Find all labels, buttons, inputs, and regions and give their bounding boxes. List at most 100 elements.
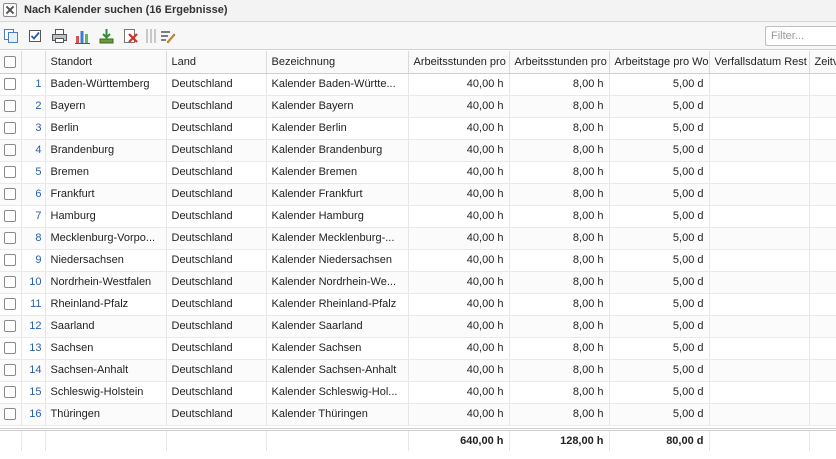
row-checkbox[interactable] [0,183,22,206]
cell-bezeichnung: Kalender Saarland [266,315,409,338]
table-row[interactable]: 3 Berlin Deutschland Kalender Berlin 40,00 h… [0,117,836,140]
delete-icon[interactable] [122,28,139,44]
select-all-header[interactable] [0,51,22,74]
column-header-verfallsdatum[interactable]: Verfallsdatum Rest [709,51,810,74]
row-checkbox[interactable] [0,337,22,360]
row-number: 1 [21,73,46,96]
checkbox[interactable] [4,254,16,267]
cell-verfallsdatum [709,117,810,140]
checkbox[interactable] [4,100,16,113]
row-checkbox[interactable] [0,359,22,382]
row-checkbox[interactable] [0,161,22,184]
row-checkbox[interactable] [0,227,22,250]
chart-icon[interactable] [74,28,91,44]
cell-arbeitsstunden-tag: 8,00 h [509,227,610,250]
table-row[interactable]: 15 Schleswig-Holstein Deutschland Kalender … [0,381,836,404]
column-header-bezeichnung[interactable]: Bezeichnung [266,51,409,74]
row-checkbox[interactable] [0,381,22,404]
edit-list-icon[interactable] [159,28,176,44]
cell-zeitv [809,337,836,360]
table-row[interactable]: 8 Mecklenburg-Vorpo... Deutschland Kalender… [0,227,836,250]
table-row[interactable]: 1 Baden-Württemberg Deutschland Kalender Ba… [0,73,836,96]
row-checkbox[interactable] [0,117,22,140]
columns-icon[interactable] [143,28,160,44]
column-header-land[interactable]: Land [166,51,267,74]
checkbox[interactable] [4,78,16,91]
filter-input[interactable] [765,26,836,46]
column-header-arbeitstage[interactable]: Arbeitstage pro Wo [609,51,710,74]
cell-standort: Mecklenburg-Vorpo... [45,227,167,250]
total-arbeitsstunden-woche: 640,00 h [408,431,510,451]
row-checkbox[interactable] [0,293,22,316]
table-row[interactable]: 4 Brandenburg Deutschland Kalender Brandenb… [0,139,836,162]
cell-land: Deutschland [166,95,267,118]
row-number: 15 [21,381,46,404]
total-arbeitstage: 80,00 d [609,431,710,451]
checkbox[interactable] [4,144,16,157]
cell-verfallsdatum [709,161,810,184]
table-row[interactable]: 5 Bremen Deutschland Kalender Bremen 40,00 h… [0,161,836,184]
table-row[interactable]: 12 Saarland Deutschland Kalender Saarland 40… [0,315,836,338]
table-row[interactable]: 6 Frankfurt Deutschland Kalender Frankfurt 4… [0,183,836,206]
row-number: 8 [21,227,46,250]
cell-bezeichnung: Kalender Nordrhein-We... [266,271,409,294]
checkbox[interactable] [4,122,16,135]
table-row[interactable]: 7 Hamburg Deutschland Kalender Hamburg 40,00… [0,205,836,228]
cell-arbeitsstunden-woche: 40,00 h [408,403,510,426]
checkbox[interactable] [4,276,16,289]
checkbox[interactable] [4,342,16,355]
row-checkbox[interactable] [0,403,22,426]
row-checkbox[interactable] [0,249,22,272]
cell-bezeichnung: Kalender Brandenburg [266,139,409,162]
table-row[interactable]: 9 Niedersachsen Deutschland Kalender Nieder… [0,249,836,272]
table-row[interactable]: 16 Thüringen Deutschland Kalender Thüringen… [0,403,836,426]
checkbox[interactable] [4,166,16,179]
checkbox[interactable] [4,408,16,421]
column-header-arbeitsstunden-woche[interactable]: Arbeitsstunden pro [408,51,510,74]
cell-verfallsdatum [709,139,810,162]
cell-standort: Berlin [45,117,167,140]
download-icon[interactable] [98,28,115,44]
table-row[interactable]: 2 Bayern Deutschland Kalender Bayern 40,00 h… [0,95,836,118]
cell-zeitv [809,117,836,140]
table-row[interactable]: 10 Nordrhein-Westfalen Deutschland Kalender… [0,271,836,294]
cell-bezeichnung: Kalender Mecklenburg-... [266,227,409,250]
totals-row: 640,00 h 128,00 h 80,00 d [0,428,836,451]
row-checkbox[interactable] [0,315,22,338]
cell-bezeichnung: Kalender Rheinland-Pfalz [266,293,409,316]
column-header-zeitv[interactable]: Zeitv [809,51,836,74]
table-row[interactable]: 14 Sachsen-Anhalt Deutschland Kalender Sach… [0,359,836,382]
select-all-icon[interactable] [27,28,44,44]
row-checkbox[interactable] [0,139,22,162]
cell-arbeitsstunden-tag: 8,00 h [509,293,610,316]
row-checkbox[interactable] [0,205,22,228]
cell-bezeichnung: Kalender Hamburg [266,205,409,228]
table-row[interactable]: 13 Sachsen Deutschland Kalender Sachsen 40,0… [0,337,836,360]
cell-arbeitsstunden-tag: 8,00 h [509,337,610,360]
checkbox[interactable] [4,232,16,245]
cell-land: Deutschland [166,403,267,426]
checkbox[interactable] [4,55,16,68]
cell-arbeitsstunden-tag: 8,00 h [509,139,610,162]
row-checkbox[interactable] [0,95,22,118]
cell-arbeitsstunden-woche: 40,00 h [408,381,510,404]
checkbox[interactable] [4,298,16,311]
copy-icon[interactable] [3,28,20,44]
column-header-standort[interactable]: Standort [45,51,167,74]
print-icon[interactable] [51,28,68,44]
column-header-arbeitsstunden-tag[interactable]: Arbeitsstunden pro [509,51,610,74]
checkbox[interactable] [4,188,16,201]
cell-verfallsdatum [709,73,810,96]
close-icon[interactable] [3,3,17,17]
checkbox[interactable] [4,386,16,399]
row-checkbox[interactable] [0,73,22,96]
cell-zeitv [809,183,836,206]
checkbox[interactable] [4,210,16,223]
cell-zeitv [809,249,836,272]
checkbox[interactable] [4,364,16,377]
checkbox[interactable] [4,320,16,333]
cell-bezeichnung: Kalender Sachsen [266,337,409,360]
row-checkbox[interactable] [0,271,22,294]
cell-arbeitsstunden-tag: 8,00 h [509,205,610,228]
table-row[interactable]: 11 Rheinland-Pfalz Deutschland Kalender Rhe… [0,293,836,316]
